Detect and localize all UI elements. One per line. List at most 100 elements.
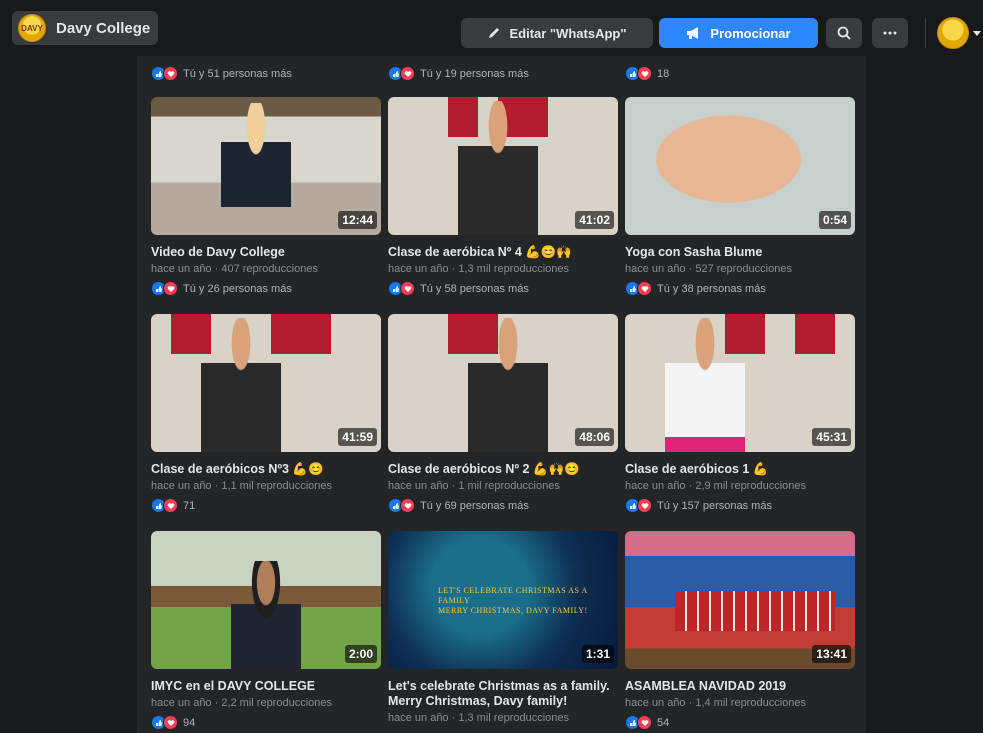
video-duration: 13:41 [812, 645, 851, 663]
video-meta: hace un año · 1,3 mil reproducciones [388, 712, 569, 724]
video-duration: 41:59 [338, 428, 377, 446]
love-icon [637, 715, 652, 730]
reaction-count: Tú y 38 personas más [657, 282, 766, 295]
reaction-summary[interactable]: Tú y 157 personas más [625, 498, 855, 513]
reaction-summary[interactable]: 71 [151, 498, 381, 513]
video-thumbnail[interactable]: 0:54 [625, 97, 855, 235]
videos-panel: Tú y 51 personas más Tú y 19 personas má… [137, 56, 866, 733]
search-button[interactable] [826, 18, 862, 48]
more-button[interactable] [872, 18, 908, 48]
video-title[interactable]: Video de Davy College [151, 245, 381, 260]
reaction-summary[interactable]: Tú y 58 personas más [388, 281, 618, 296]
page-chip[interactable]: DAVY Davy College [12, 11, 159, 45]
video-thumbnail[interactable]: 12:44 [151, 97, 381, 235]
video-card[interactable]: LET'S CELEBRATE CHRISTMAS AS A FAMILY MER… [388, 531, 618, 724]
video-meta: hace un año · 1,4 mil reproducciones [625, 697, 806, 709]
video-thumbnail[interactable]: 13:41 [625, 531, 855, 669]
love-icon [163, 66, 178, 81]
account-menu[interactable] [937, 17, 981, 49]
reaction-summary[interactable]: Tú y 69 personas más [388, 498, 618, 513]
search-icon [837, 26, 851, 40]
video-card[interactable]: 2:00 IMYC en el DAVY COLLEGE hace un año… [151, 531, 381, 730]
reaction-summary[interactable]: 54 [625, 715, 855, 730]
video-thumbnail[interactable]: 48:06 [388, 314, 618, 452]
logo-text: DAVY [21, 23, 43, 33]
thumbnail-figure [458, 101, 538, 235]
love-icon [637, 281, 652, 296]
avatar [937, 17, 969, 49]
video-meta: hace un año · 1,1 mil reproducciones [151, 480, 332, 492]
video-card[interactable]: 41:59 Clase de aeróbicos Nº3 💪😊 hace un … [151, 314, 381, 513]
reaction-summary[interactable]: 94 [151, 715, 381, 730]
chevron-down-icon [973, 30, 981, 36]
edit-whatsapp-button[interactable]: Editar "WhatsApp" [461, 18, 653, 48]
reaction-count: Tú y 157 personas más [657, 499, 772, 512]
more-icon [883, 31, 897, 35]
reaction-summary[interactable]: Tú y 38 personas más [625, 281, 855, 296]
video-title[interactable]: Clase de aeróbicos Nº 2 💪🙌😊 [388, 462, 618, 477]
love-icon [637, 498, 652, 513]
video-duration: 2:00 [344, 645, 377, 663]
video-meta: hace un año · 1 mil reproducciones [388, 480, 560, 492]
love-icon [163, 498, 178, 513]
video-duration: 0:54 [818, 211, 851, 229]
thumbnail-text-line: LET'S CELEBRATE CHRISTMAS AS A FAMILY [438, 586, 588, 605]
video-duration: 45:31 [812, 428, 851, 446]
reaction-count: Tú y 58 personas más [420, 282, 529, 295]
video-thumbnail[interactable]: 41:59 [151, 314, 381, 452]
love-icon [637, 66, 652, 81]
video-card[interactable]: 0:54 Yoga con Sasha Blume hace un año · … [625, 97, 855, 296]
video-duration: 48:06 [575, 428, 614, 446]
video-title[interactable]: Clase de aeróbicos 1 💪 [625, 462, 855, 477]
thumbnail-figure [231, 561, 301, 669]
reaction-summary[interactable]: Tú y 51 personas más [151, 66, 292, 81]
video-card[interactable]: 13:41 ASAMBLEA NAVIDAD 2019 hace un año … [625, 531, 855, 730]
video-meta: hace un año · 2,9 mil reproducciones [625, 480, 806, 492]
video-duration: 41:02 [575, 211, 614, 229]
page-logo: DAVY [18, 14, 46, 42]
video-thumbnail[interactable]: 41:02 [388, 97, 618, 235]
reaction-count: Tú y 26 personas más [183, 282, 292, 295]
video-title[interactable]: Yoga con Sasha Blume [625, 245, 855, 260]
video-thumbnail[interactable]: 2:00 [151, 531, 381, 669]
reaction-count: 94 [183, 716, 196, 729]
video-card[interactable]: 41:02 Clase de aeróbica Nº 4 💪😊🙌 hace un… [388, 97, 618, 296]
video-title[interactable]: Clase de aeróbica Nº 4 💪😊🙌 [388, 245, 618, 260]
video-thumbnail[interactable]: LET'S CELEBRATE CHRISTMAS AS A FAMILY MER… [388, 531, 618, 669]
reaction-count: Tú y 51 personas más [183, 67, 292, 80]
reaction-summary[interactable]: 18 [625, 66, 669, 81]
divider [925, 18, 926, 48]
thumbnail-figure [675, 591, 835, 631]
video-card[interactable]: 48:06 Clase de aeróbicos Nº 2 💪🙌😊 hace u… [388, 314, 618, 513]
video-meta: hace un año · 1,3 mil reproducciones [388, 263, 569, 275]
video-card[interactable]: 12:44 Video de Davy College hace un año … [151, 97, 381, 296]
love-icon [400, 66, 415, 81]
reaction-count: 54 [657, 716, 670, 729]
reaction-count: Tú y 69 personas más [420, 499, 529, 512]
top-bar: DAVY Davy College Editar "WhatsApp" Prom… [0, 0, 983, 56]
thumbnail-figure [221, 103, 291, 233]
reaction-summary[interactable]: Tú y 26 personas más [151, 281, 381, 296]
video-card[interactable]: 45:31 Clase de aeróbicos 1 💪 hace un año… [625, 314, 855, 513]
thumbnail-figure [201, 318, 281, 452]
edit-whatsapp-label: Editar "WhatsApp" [509, 25, 627, 41]
reaction-count: 71 [183, 499, 196, 512]
reaction-count: 18 [657, 67, 670, 80]
video-title[interactable]: Let's celebrate Christmas as a family. M… [388, 679, 618, 709]
love-icon [163, 281, 178, 296]
thumbnail-text-line: MERRY CHRISTMAS, DAVY FAMILY! [438, 606, 588, 615]
video-title[interactable]: Clase de aeróbicos Nº3 💪😊 [151, 462, 381, 477]
pencil-icon [487, 26, 501, 40]
thumbnail-text: LET'S CELEBRATE CHRISTMAS AS A FAMILY MER… [438, 586, 618, 616]
thumbnail-figure [468, 318, 548, 452]
video-thumbnail[interactable]: 45:31 [625, 314, 855, 452]
promote-label: Promocionar [710, 25, 791, 41]
thumbnail-bg [795, 314, 835, 354]
love-icon [400, 281, 415, 296]
reaction-summary[interactable]: Tú y 19 personas más [388, 66, 529, 81]
video-title[interactable]: IMYC en el DAVY COLLEGE [151, 679, 381, 694]
page-name[interactable]: Davy College [56, 20, 150, 37]
promote-button[interactable]: Promocionar [659, 18, 818, 48]
love-icon [400, 498, 415, 513]
video-title[interactable]: ASAMBLEA NAVIDAD 2019 [625, 679, 855, 694]
